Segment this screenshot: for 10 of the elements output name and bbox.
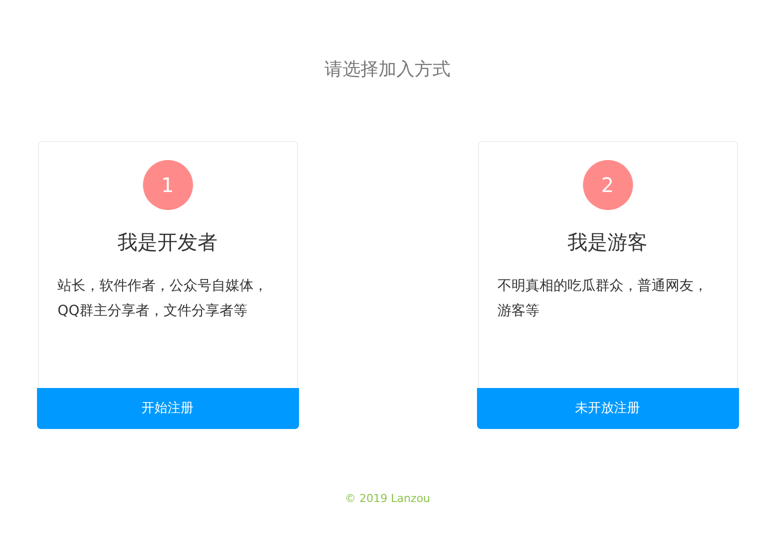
copyright-footer: © 2019 Lanzou <box>344 491 430 508</box>
step-number: 2 <box>582 160 632 210</box>
card-title: 我是开发者 <box>118 230 218 254</box>
card-title: 我是游客 <box>568 230 648 254</box>
card-description: 站长，软件作者，公众号自媒体，QQ群主分享者，文件分享者等 <box>56 277 268 321</box>
register-button[interactable]: 开始注册 <box>36 388 298 429</box>
register-button[interactable]: 未开放注册 <box>476 388 738 429</box>
page-heading: 请选择加入方式 <box>324 58 450 82</box>
step-number: 1 <box>142 160 192 210</box>
card-description: 不明真相的吃瓜群众，普通网友，游客等 <box>496 277 708 321</box>
